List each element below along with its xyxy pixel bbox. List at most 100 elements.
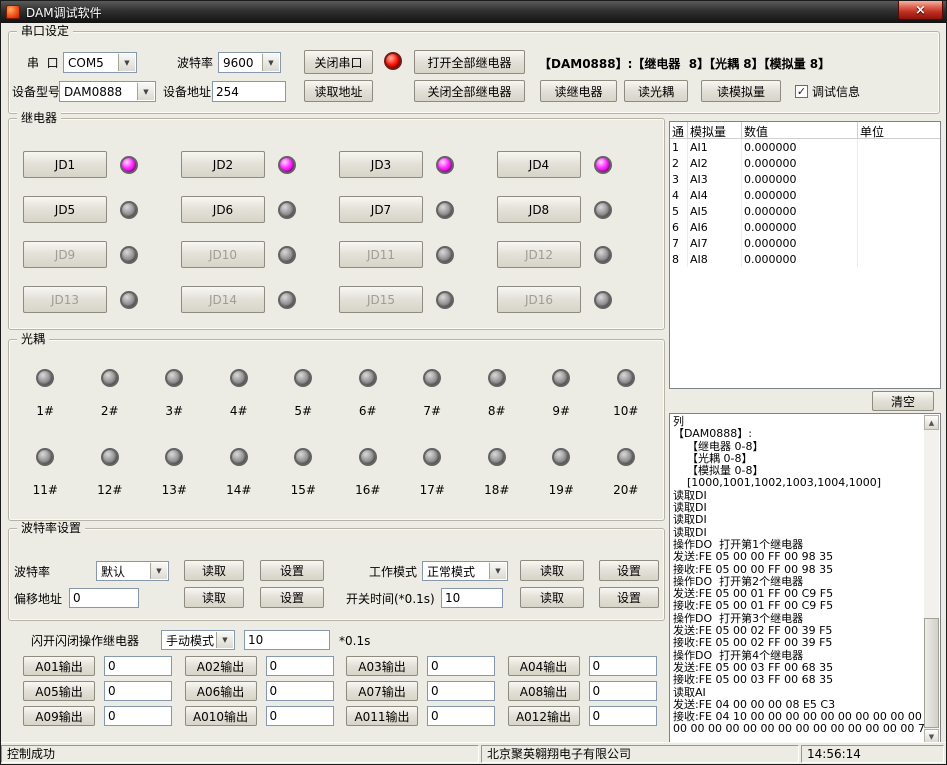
output-button[interactable]: A011输出 [346,706,418,726]
scroll-up-icon[interactable]: ▲ [924,415,939,430]
open-all-relays-button[interactable]: 打开全部继电器 [414,50,525,74]
log-scrollbar[interactable]: ▲ ▼ [924,415,939,744]
relay-button[interactable]: JD2 [181,151,265,178]
switch-time-read-button[interactable]: 读取 [520,587,584,608]
relay-button[interactable]: JD9 [23,241,107,268]
relay-button[interactable]: JD4 [497,151,581,178]
opto-label: 4# [230,404,248,418]
log-panel[interactable]: 列 【DAM0888】: 【继电器 0-8】 【光耦 0-8】 【模拟量 0-8… [669,413,941,746]
work-mode-read-button[interactable]: 读取 [520,560,584,581]
output-value-input[interactable] [266,706,334,726]
model-combobox[interactable]: DAM0888 ▼ [59,81,156,102]
debug-info-checkbox[interactable]: ✓ [795,85,808,98]
relay-cell: JD9 [23,232,181,277]
output-cell: A09输出 [23,706,185,726]
baud-combobox[interactable]: 9600 ▼ [218,52,281,73]
relay-button[interactable]: JD15 [339,286,423,313]
relay-button[interactable]: JD13 [23,286,107,313]
offset-input[interactable] [69,588,139,608]
close-all-relays-button[interactable]: 关闭全部继电器 [414,80,525,102]
relay-button[interactable]: JD16 [497,286,581,313]
value-cell: 0.000000 [742,187,858,203]
device-address-input[interactable] [212,81,286,102]
relay-button[interactable]: JD8 [497,196,581,223]
opto-led [488,448,506,466]
output-value-input[interactable] [266,681,334,701]
output-button[interactable]: A09输出 [23,706,95,726]
read-analog-button[interactable]: 读模拟量 [701,80,781,102]
switch-time-input[interactable] [441,588,503,608]
output-button[interactable]: A010输出 [185,706,257,726]
address-label: 设备地址 [163,85,211,100]
output-button[interactable]: A03输出 [346,656,418,676]
output-value-input[interactable] [427,656,495,676]
read-opto-button[interactable]: 读光耦 [624,80,688,102]
log-line: 接收:FE 05 00 02 FF 00 39 F5 [673,637,921,649]
read-relay-button[interactable]: 读继电器 [540,80,617,102]
output-button[interactable]: A02输出 [185,656,257,676]
switch-time-set-button[interactable]: 设置 [599,587,659,608]
offset-set-button[interactable]: 设置 [260,587,324,608]
relay-button[interactable]: JD3 [339,151,423,178]
relay-button[interactable]: JD14 [181,286,265,313]
model-label: 设备型号 [12,85,60,100]
opto-group-title: 光耦 [17,332,49,347]
output-button[interactable]: A01输出 [23,656,95,676]
relay-button[interactable]: JD7 [339,196,423,223]
output-button[interactable]: A04输出 [508,656,580,676]
port-combobox[interactable]: COM5 ▼ [63,52,137,73]
work-mode-set-button[interactable]: 设置 [599,560,659,581]
output-cell: A04输出 [508,656,670,676]
output-value-input[interactable] [104,656,172,676]
log-line: 接收:FE 05 00 03 FF 00 68 35 [673,674,921,686]
output-value-input[interactable] [589,706,657,726]
opto-cell: 3# [165,357,183,436]
baud-read-button[interactable]: 读取 [184,560,244,581]
opto-label: 18# [484,483,509,497]
baud-value: 9600 [223,56,254,70]
output-value-input[interactable] [266,656,334,676]
relay-button[interactable]: JD6 [181,196,265,223]
status-message: 控制成功 [1,745,479,763]
opto-cell: 10# [613,357,638,436]
output-button[interactable]: A07输出 [346,681,418,701]
opto-led [165,448,183,466]
relay-button[interactable]: JD11 [339,241,423,268]
baud-mode-combobox[interactable]: 默认 ▼ [96,561,169,581]
relay-button[interactable]: JD5 [23,196,107,223]
output-button[interactable]: A06输出 [185,681,257,701]
flash-mode-combobox[interactable]: 手动模式 ▼ [161,630,235,650]
work-mode-value: 正常模式 [427,563,475,580]
clear-button[interactable]: 清空 [872,391,934,411]
baud-set-button[interactable]: 设置 [260,560,324,581]
name-cell: AI3 [688,171,742,187]
opto-label: 15# [291,483,316,497]
scroll-thumb[interactable] [924,618,939,728]
output-button[interactable]: A05输出 [23,681,95,701]
header-name: 模拟量 [688,122,742,138]
title-bar[interactable]: DAM调试软件 × [1,1,946,23]
relay-button[interactable]: JD1 [23,151,107,178]
output-cell: A01输出 [23,656,185,676]
output-value-input[interactable] [589,681,657,701]
relay-button[interactable]: JD10 [181,241,265,268]
opto-label: 8# [488,404,506,418]
offset-read-button[interactable]: 读取 [184,587,244,608]
output-value-input[interactable] [589,656,657,676]
output-value-input[interactable] [427,706,495,726]
analog-table[interactable]: 通 模拟量 数值 单位 1 AI1 0.000000 2 AI2 0.00000… [669,121,941,389]
opto-led [359,448,377,466]
output-value-input[interactable] [427,681,495,701]
relay-button[interactable]: JD12 [497,241,581,268]
flash-time-input[interactable] [244,630,330,650]
opto-led [617,369,635,387]
output-button[interactable]: A012输出 [508,706,580,726]
read-address-button[interactable]: 读取地址 [304,80,373,102]
output-cell: A06输出 [185,681,347,701]
close-serial-button[interactable]: 关闭串口 [304,50,373,74]
output-value-input[interactable] [104,706,172,726]
work-mode-combobox[interactable]: 正常模式 ▼ [422,561,508,581]
close-button[interactable]: × [898,1,943,20]
output-button[interactable]: A08输出 [508,681,580,701]
output-value-input[interactable] [104,681,172,701]
